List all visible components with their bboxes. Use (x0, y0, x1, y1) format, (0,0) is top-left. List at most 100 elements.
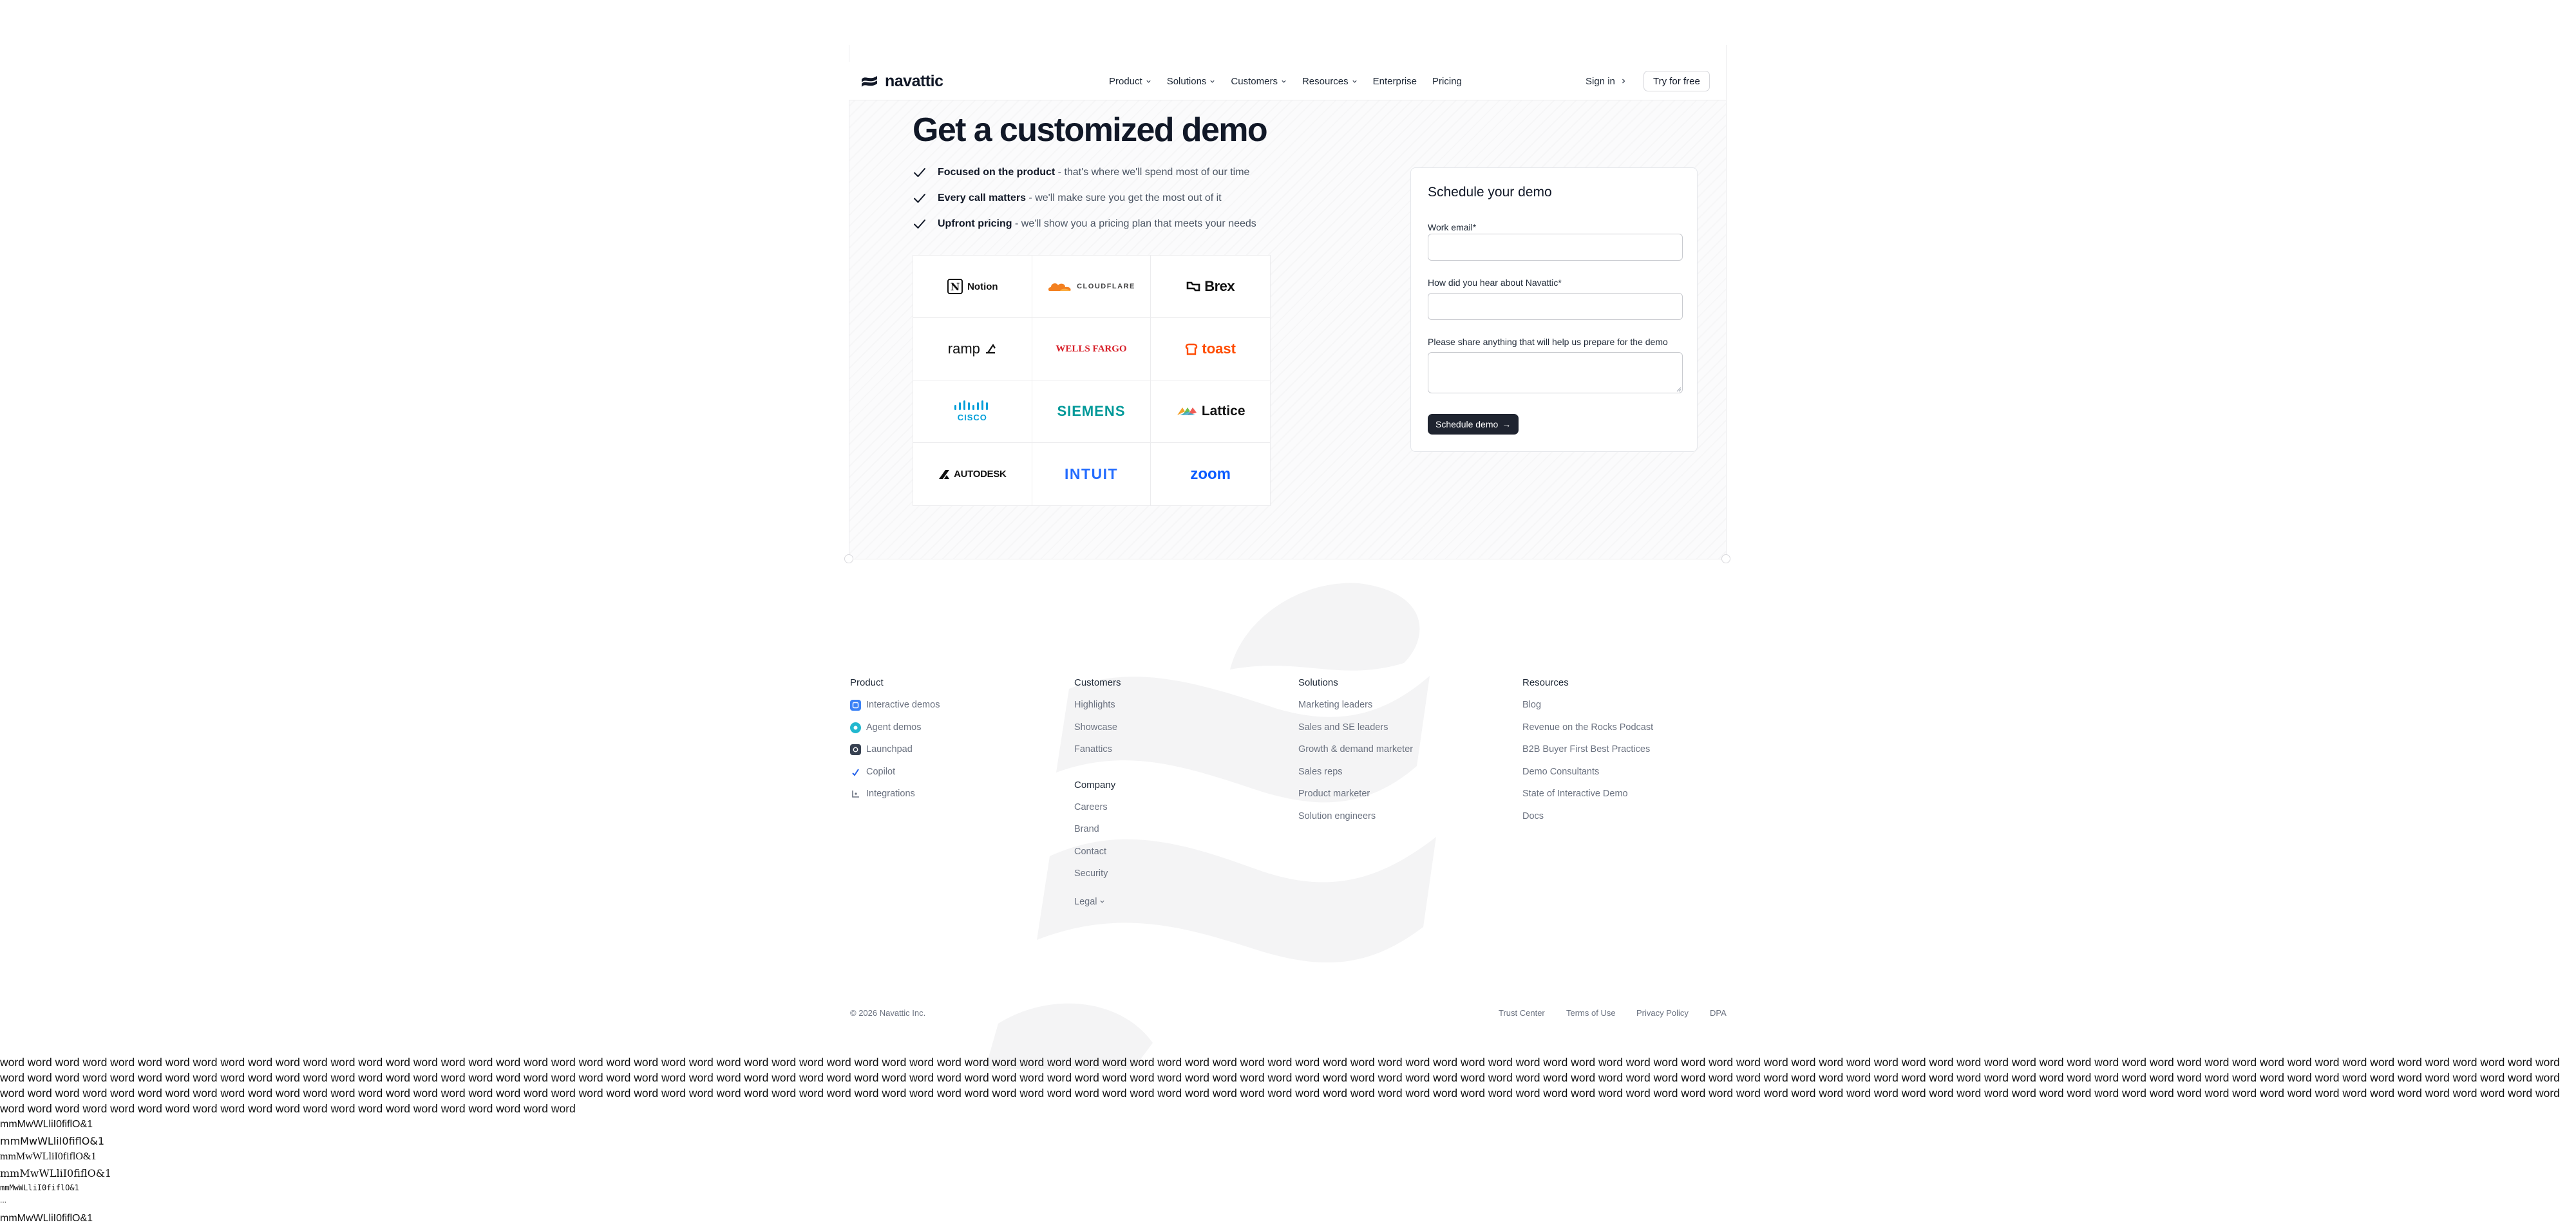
footer-link-terms[interactable]: Terms of Use (1566, 1008, 1616, 1018)
ramp-logo-icon (985, 343, 996, 354)
footer-link-fanattics[interactable]: Fanattics (1074, 744, 1121, 767)
ellipsis-line: ... (0, 1195, 7, 1204)
resize-grip-icon[interactable] (1675, 386, 1681, 392)
email-field[interactable] (1428, 234, 1683, 261)
logo-cisco: CISCO (913, 380, 1032, 443)
cisco-logo-icon (954, 400, 988, 410)
footer-link-privacy[interactable]: Privacy Policy (1636, 1008, 1689, 1018)
autodesk-logo-icon (939, 469, 950, 479)
footer-link-podcast[interactable]: Revenue on the Rocks Podcast (1522, 722, 1653, 745)
checkmark-icon (914, 194, 925, 203)
footer-heading: Customers (1074, 677, 1121, 688)
nav-pricing[interactable]: Pricing (1432, 76, 1462, 87)
checkmark-icon (914, 168, 925, 177)
footer-link-solution-engineers[interactable]: Solution engineers (1298, 811, 1413, 834)
try-for-free-button[interactable]: Try for free (1643, 71, 1710, 91)
referral-source-field[interactable] (1428, 293, 1683, 320)
bullet-bold-text: Every call matters (938, 192, 1026, 203)
footer-link-state-of-demo[interactable]: State of Interactive Demo (1522, 789, 1653, 811)
form-title: Schedule your demo (1428, 185, 1552, 200)
logo-ramp: ramp (913, 318, 1032, 380)
footer-heading: Product (850, 677, 884, 688)
footer-customers-column: Customers Highlights Showcase Fanattics … (1074, 677, 1121, 913)
submit-label: Schedule demo (1435, 419, 1499, 429)
nav-resources-label: Resources (1302, 75, 1349, 87)
source-label: How did you hear about Navattic* (1428, 277, 1562, 288)
footer-link-sales-se-leaders[interactable]: Sales and SE leaders (1298, 722, 1413, 745)
bullet-text: - we'll make sure you get the most out o… (1025, 192, 1222, 203)
nav-solutions[interactable]: Solutions (1167, 76, 1216, 87)
nav-product[interactable]: Product (1109, 76, 1151, 87)
footer-link-label: Integrations (866, 789, 915, 799)
logo-brex: Brex (1151, 256, 1270, 318)
footer-link-b2b-buyer[interactable]: B2B Buyer First Best Practices (1522, 744, 1653, 767)
navattic-watermark-icon (985, 583, 1436, 1069)
logo-notion: N Notion (913, 256, 1032, 318)
logo-toast: toast (1151, 318, 1270, 380)
font-test-line: mmMwWLliI0fiflO&1 (0, 1151, 97, 1162)
svg-text:N: N (951, 281, 960, 293)
footer-link-highlights[interactable]: Highlights (1074, 700, 1121, 722)
footer-link-trust-center[interactable]: Trust Center (1499, 1008, 1545, 1018)
footer-legal-dropdown[interactable]: Legal (1074, 891, 1121, 913)
footer-link-marketing-leaders[interactable]: Marketing leaders (1298, 700, 1413, 722)
demo-notes-textarea[interactable] (1428, 352, 1683, 393)
schedule-demo-button[interactable]: Schedule demo → (1428, 414, 1519, 435)
nav-enterprise[interactable]: Enterprise (1373, 76, 1417, 87)
brex-logo-icon (1186, 281, 1200, 292)
footer-link-sales-reps[interactable]: Sales reps (1298, 767, 1413, 789)
notion-logo-icon: N (947, 279, 963, 294)
logo-text: Notion (967, 281, 998, 292)
chevron-down-icon (1352, 80, 1357, 83)
chevron-down-icon (1100, 900, 1105, 903)
logo-text: ramp (947, 341, 980, 357)
frame-corner-bottom-left (844, 554, 853, 563)
lattice-logo-icon (1177, 407, 1197, 415)
footer-company-section: Company Careers Brand Contact Security L… (1074, 780, 1121, 913)
logo-text: Brex (1204, 278, 1235, 294)
footer-link-showcase[interactable]: Showcase (1074, 722, 1121, 745)
footer-link-integrations[interactable]: Integrations (850, 789, 940, 811)
integrations-icon (850, 789, 861, 800)
footer-link-interactive-demos[interactable]: Interactive demos (850, 700, 940, 722)
logo-text: INTUIT (1064, 465, 1119, 482)
frame-guide-right (1726, 45, 1727, 560)
font-test-line: mmMwWLliI0fiflO&1 (0, 1213, 93, 1224)
footer-link-demo-consultants[interactable]: Demo Consultants (1522, 767, 1653, 789)
bullet-item: Focused on the product - that's where we… (913, 160, 1256, 185)
brand-logo[interactable]: navattic (860, 71, 943, 91)
filler-paragraph: word word word word word word word word … (0, 1056, 2560, 1115)
chevron-down-icon (1146, 80, 1151, 83)
footer-link-growth-marketer[interactable]: Growth & demand marketer (1298, 744, 1413, 767)
footer-link-dpa[interactable]: DPA (1710, 1008, 1727, 1018)
nav-customers[interactable]: Customers (1231, 76, 1287, 87)
footer-link-brand[interactable]: Brand (1074, 824, 1121, 847)
footer-link-product-marketer[interactable]: Product marketer (1298, 789, 1413, 811)
footer-link-launchpad[interactable]: Launchpad (850, 744, 940, 767)
logo-intuit: INTUIT (1032, 443, 1151, 505)
bullet-bold-text: Upfront pricing (938, 218, 1012, 229)
agent-demos-icon (850, 722, 861, 733)
footer-link-careers[interactable]: Careers (1074, 802, 1121, 825)
footer-link-agent-demos[interactable]: Agent demos (850, 722, 940, 745)
font-test-line: mmMwWLliI0fiflO&1 (0, 1167, 112, 1179)
nav-resources[interactable]: Resources (1302, 76, 1358, 87)
sign-in-link[interactable]: Sign in (1586, 62, 1627, 100)
logo-text: AUTODESK (954, 469, 1007, 480)
copyright: © 2026 Navattic Inc. (850, 1008, 926, 1018)
nav-enterprise-label: Enterprise (1372, 75, 1417, 87)
page-title: Get a customized demo (913, 111, 1268, 149)
footer-link-blog[interactable]: Blog (1522, 700, 1653, 722)
footer-link-security[interactable]: Security (1074, 868, 1121, 891)
footer-link-contact[interactable]: Contact (1074, 847, 1121, 869)
footer-link-copilot[interactable]: Copilot (850, 767, 940, 789)
brand-name: navattic (885, 71, 943, 90)
logo-siemens: SIEMENS (1032, 380, 1151, 443)
bullet-bold-text: Focused on the product (938, 167, 1056, 178)
notes-label: Please share anything that will help us … (1428, 337, 1668, 347)
footer-link-docs[interactable]: Docs (1522, 811, 1653, 834)
schedule-demo-form: Schedule your demo Work email* How did y… (1410, 167, 1698, 452)
logo-text: SIEMENS (1057, 403, 1126, 419)
cloudflare-logo-icon (1048, 283, 1071, 291)
footer-product-column: Product Interactive demos Agent demos La… (850, 677, 940, 811)
